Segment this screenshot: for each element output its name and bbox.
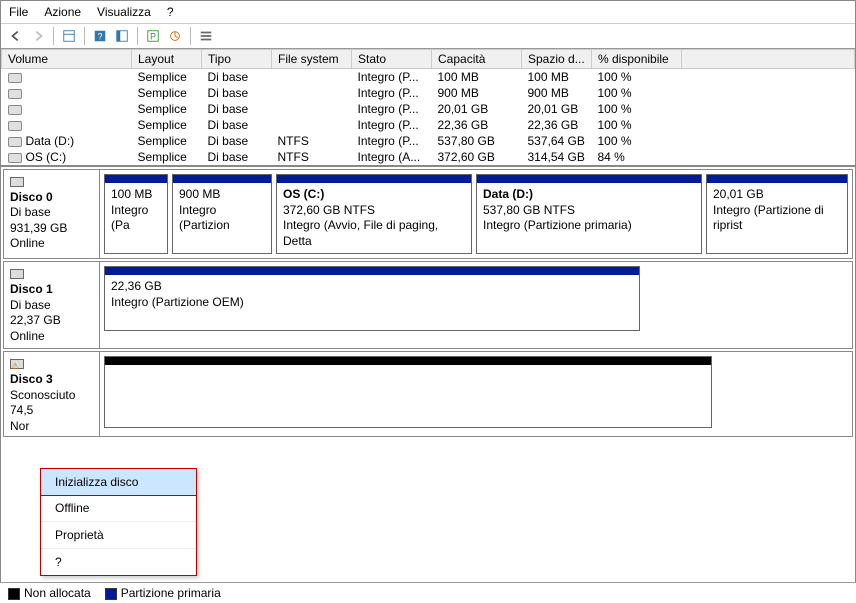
disk-graphical-view: Disco 0 Di base 931,39 GB Online 100 MBI…: [1, 169, 855, 437]
legend-swatch-unallocated: [8, 588, 20, 600]
disk-row-3: Disco 3 Sconosciuto 74,5 Nor: [3, 351, 853, 437]
forward-button[interactable]: [29, 27, 47, 45]
volume-row[interactable]: SempliceDi baseIntegro (P...22,36 GB22,3…: [2, 117, 855, 133]
legend: Non allocata Partizione primaria: [0, 582, 856, 603]
ctx-offline[interactable]: Offline: [41, 495, 196, 522]
svg-text:P: P: [150, 32, 156, 42]
menu-help[interactable]: ?: [167, 5, 174, 19]
action-icon[interactable]: [166, 27, 184, 45]
ctx-properties[interactable]: Proprietà: [41, 522, 196, 549]
context-menu: Inizializza disco Offline Proprietà ?: [40, 468, 197, 576]
list-icon[interactable]: [197, 27, 215, 45]
disk-info-1[interactable]: Disco 1 Di base 22,37 GB Online: [4, 262, 100, 348]
column-headers[interactable]: Volume Layout Tipo File system Stato Cap…: [2, 50, 855, 69]
disk-info-3[interactable]: Disco 3 Sconosciuto 74,5 Nor: [4, 352, 100, 436]
volume-row[interactable]: SempliceDi baseIntegro (P...100 MB100 MB…: [2, 69, 855, 86]
partition[interactable]: 900 MBIntegro (Partizion: [172, 174, 272, 254]
volume-row[interactable]: SempliceDi baseIntegro (P...900 MB900 MB…: [2, 85, 855, 101]
legend-swatch-primary: [105, 588, 117, 600]
help-icon[interactable]: ?: [91, 27, 109, 45]
svg-text:?: ?: [98, 32, 103, 42]
ctx-initialize-disk[interactable]: Inizializza disco: [40, 468, 197, 496]
volume-list: Volume Layout Tipo File system Stato Cap…: [1, 49, 855, 167]
unallocated-space[interactable]: [104, 356, 712, 428]
volume-row[interactable]: SempliceDi baseIntegro (P...20,01 GB20,0…: [2, 101, 855, 117]
view-icon[interactable]: [60, 27, 78, 45]
ctx-help[interactable]: ?: [41, 549, 196, 575]
partition[interactable]: 20,01 GBIntegro (Partizione di riprist: [706, 174, 848, 254]
menu-action[interactable]: Azione: [44, 5, 81, 19]
refresh-icon[interactable]: P: [144, 27, 162, 45]
menu-file[interactable]: File: [9, 5, 28, 19]
partition[interactable]: 22,36 GBIntegro (Partizione OEM): [104, 266, 640, 331]
disk-icon: [10, 177, 24, 187]
disk-icon: [10, 269, 24, 279]
back-button[interactable]: [7, 27, 25, 45]
partition[interactable]: OS (C:)372,60 GB NTFSIntegro (Avvio, Fil…: [276, 174, 472, 254]
volume-row[interactable]: OS (C:)SempliceDi baseNTFSIntegro (A...3…: [2, 149, 855, 165]
partition[interactable]: 100 MBIntegro (Pa: [104, 174, 168, 254]
disk-info-0[interactable]: Disco 0 Di base 931,39 GB Online: [4, 170, 100, 258]
menu-view[interactable]: Visualizza: [97, 5, 151, 19]
toolbar: ? P: [1, 24, 855, 49]
menubar: File Azione Visualizza ?: [1, 1, 855, 24]
volume-row[interactable]: Data (D:)SempliceDi baseNTFSIntegro (P..…: [2, 133, 855, 149]
disk-warning-icon: [10, 359, 24, 369]
partition[interactable]: Data (D:)537,80 GB NTFSIntegro (Partizio…: [476, 174, 702, 254]
disk-row-0: Disco 0 Di base 931,39 GB Online 100 MBI…: [3, 169, 853, 259]
panel-icon[interactable]: [113, 27, 131, 45]
disk-row-1: Disco 1 Di base 22,37 GB Online 22,36 GB…: [3, 261, 853, 349]
